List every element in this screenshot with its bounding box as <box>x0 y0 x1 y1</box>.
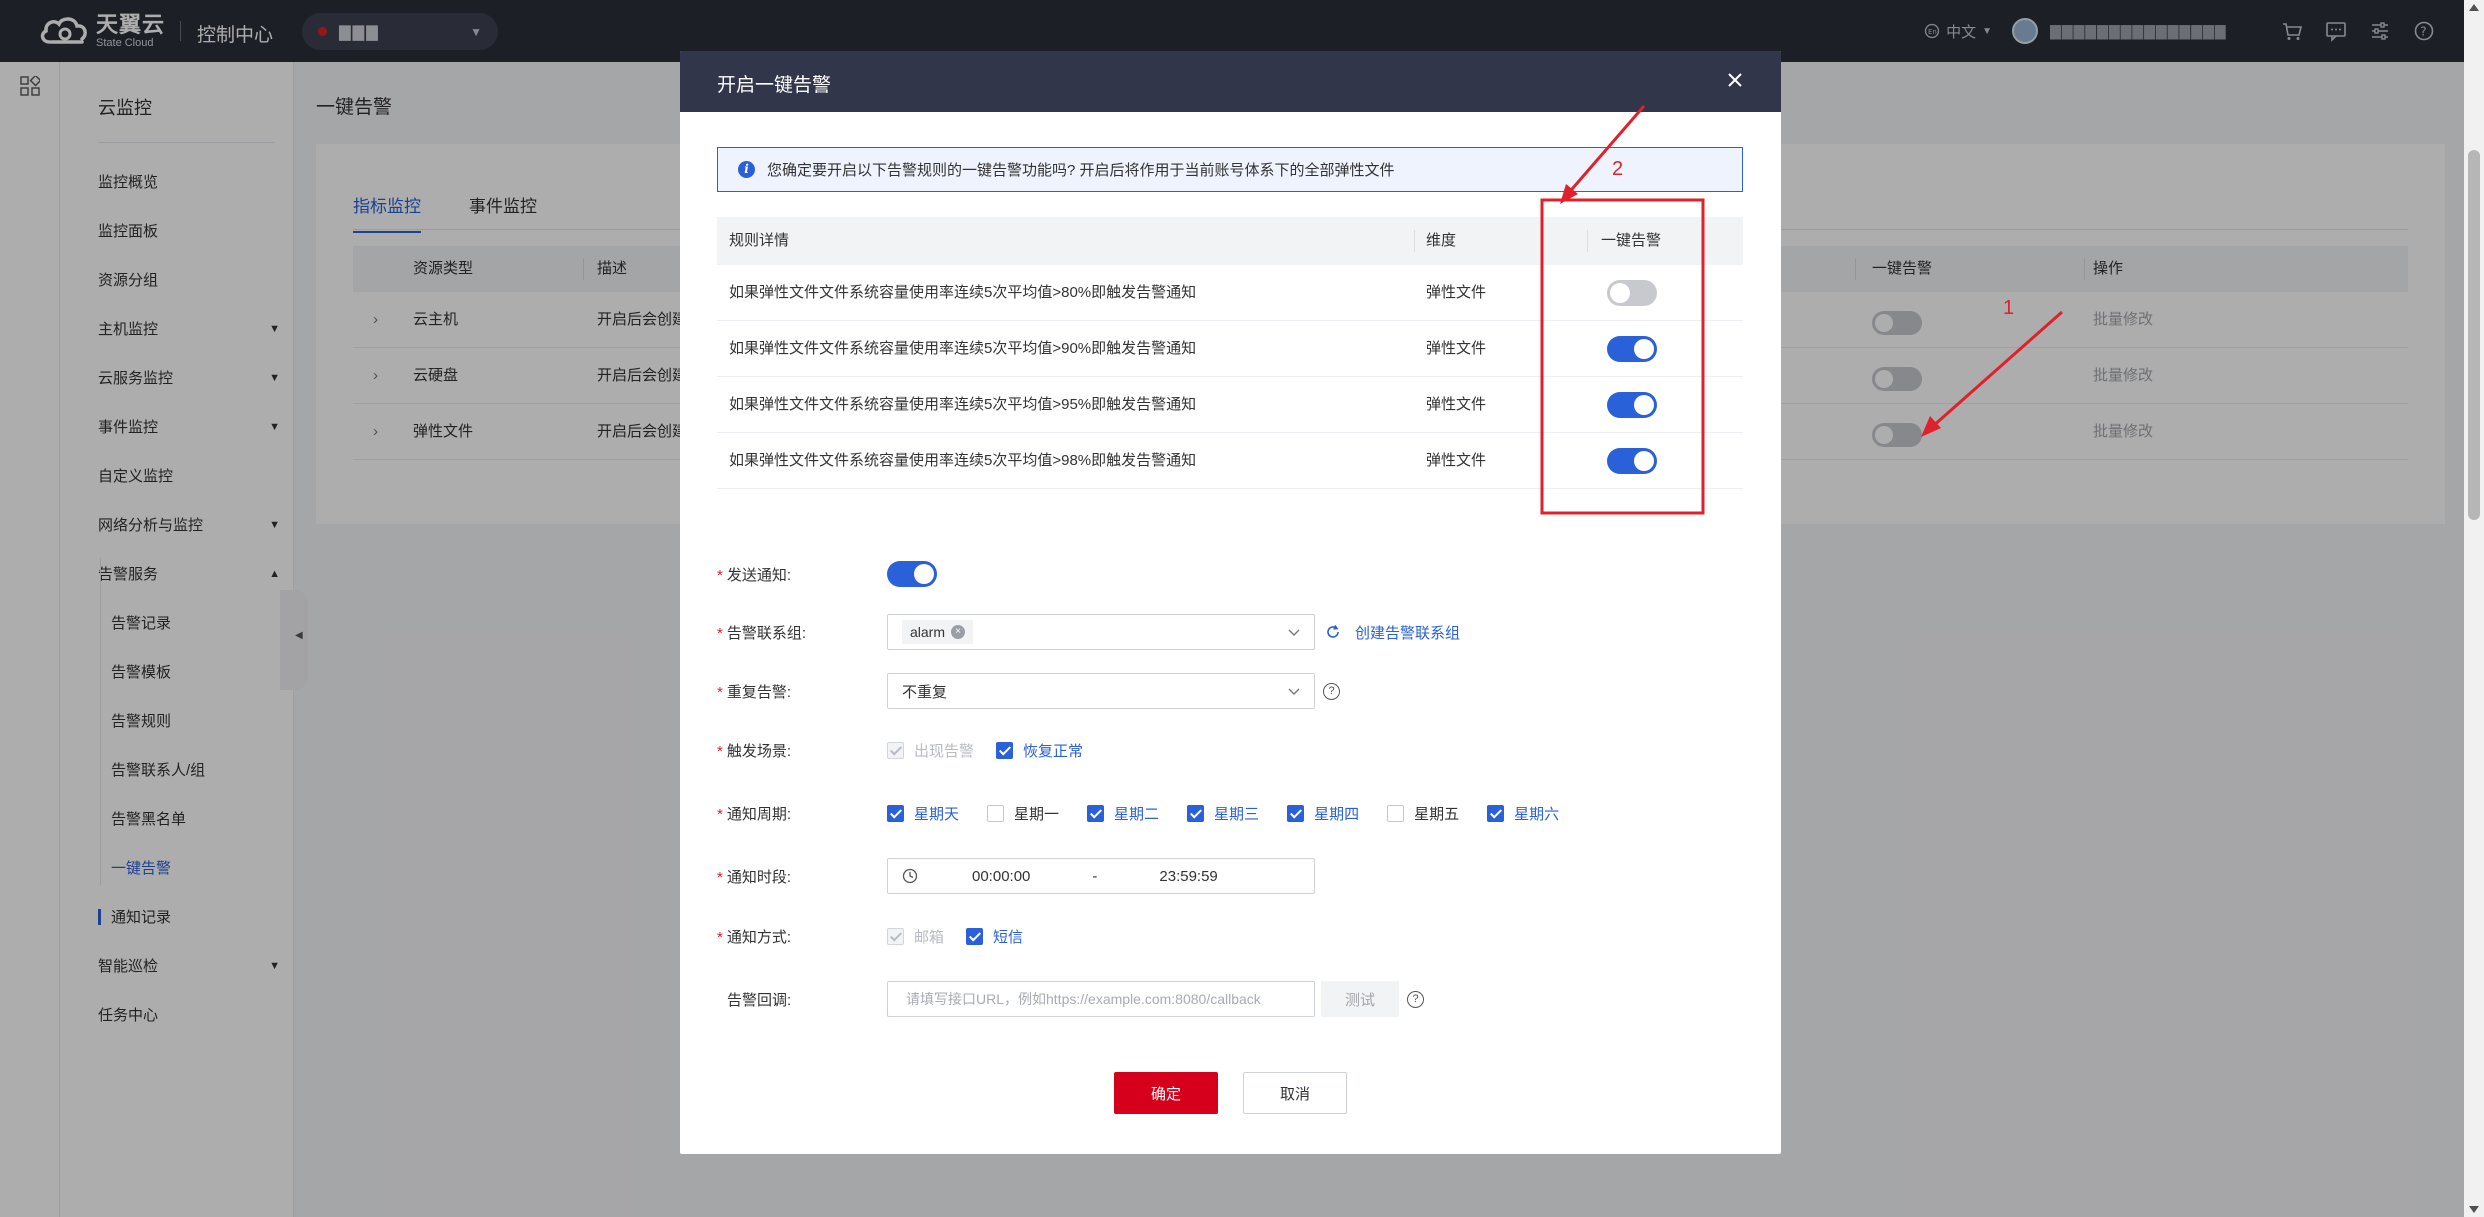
create-contact-group-link[interactable]: 创建告警联系组 <box>1355 622 1460 643</box>
scroll-up-arrow-icon[interactable] <box>2469 4 2479 11</box>
weekday-saturday-checkbox[interactable]: 星期六 <box>1487 803 1559 824</box>
table-row: 如果弹性文件文件系统容量使用率连续5次平均值>98%即触发告警通知 弹性文件 <box>717 433 1743 489</box>
rule-detail-cell: 如果弹性文件文件系统容量使用率连续5次平均值>98%即触发告警通知 <box>729 452 1197 469</box>
weekday-tuesday-checkbox[interactable]: 星期二 <box>1087 803 1159 824</box>
form-row-trigger-scene: * 触发场景: 出现告警 恢复正常 <box>717 730 1743 770</box>
form-label: * 告警联系组: <box>717 624 807 642</box>
form-label: * 发送通知: <box>717 566 792 584</box>
col-rule-detail: 规则详情 <box>729 232 790 249</box>
table-header: 规则详情 维度 一键告警 <box>717 217 1743 265</box>
form-label: * 通知时段: <box>717 868 792 886</box>
dialog-header: 开启一键告警 <box>680 51 1781 112</box>
cancel-button[interactable]: 取消 <box>1243 1072 1347 1114</box>
clock-icon <box>902 868 918 884</box>
table-row: 如果弹性文件文件系统容量使用率连续5次平均值>80%即触发告警通知 弹性文件 <box>717 265 1743 321</box>
form-label: * 通知方式: <box>717 928 792 946</box>
time-end[interactable]: 23:59:59 <box>1159 868 1217 885</box>
table-row: 如果弹性文件文件系统容量使用率连续5次平均值>90%即触发告警通知 弹性文件 <box>717 321 1743 377</box>
contact-group-tag: alarm × <box>902 620 974 644</box>
table-row: 如果弹性文件文件系统容量使用率连续5次平均值>95%即触发告警通知 弹性文件 <box>717 377 1743 433</box>
form-row-repeat-alarm: * 重复告警: 不重复 ? <box>717 671 1743 711</box>
form-row-contact-group: * 告警联系组: alarm × 创建告警联系组 <box>717 612 1743 652</box>
dialog-title: 开启一键告警 <box>717 75 832 96</box>
form-row-send-notice: * 发送通知: <box>717 554 1743 594</box>
weekday-sunday-checkbox[interactable]: 星期天 <box>887 803 959 824</box>
weekday-wednesday-checkbox[interactable]: 星期三 <box>1187 803 1259 824</box>
form-row-notify-cycle: * 通知周期: 星期天 星期一 星期二 星期三 星期四 星期五 星期六 <box>717 793 1743 833</box>
form-label: * 触发场景: <box>717 742 792 760</box>
rule-dimension-cell: 弹性文件 <box>1426 284 1487 301</box>
col-one-click-alarm: 一键告警 <box>1601 232 1662 249</box>
notice-text: 您确定要开启以下告警规则的一键告警功能吗? 开启后将作用于当前账号体系下的全部弹… <box>767 162 1395 179</box>
scroll-down-arrow-icon[interactable] <box>2469 1206 2479 1213</box>
info-icon: i <box>738 161 755 178</box>
test-callback-button[interactable]: 测试 <box>1321 981 1399 1017</box>
rule-alarm-toggle[interactable] <box>1607 392 1657 418</box>
notify-time-range-picker[interactable]: 00:00:00 - 23:59:59 <box>887 858 1315 894</box>
chevron-down-icon <box>1288 629 1300 636</box>
rule-dimension-cell: 弹性文件 <box>1426 452 1487 469</box>
trigger-recover-checkbox[interactable]: 恢复正常 <box>996 740 1083 761</box>
form-label: * 重复告警: <box>717 683 792 701</box>
rules-table: 规则详情 维度 一键告警 如果弹性文件文件系统容量使用率连续5次平均值>80%即… <box>717 217 1743 489</box>
callback-url-input[interactable]: 请填写接口URL，例如https://example.com:8080/call… <box>887 981 1315 1017</box>
chevron-down-icon <box>1288 688 1300 695</box>
form-row-notify-method: * 通知方式: 邮箱 短信 <box>717 916 1743 956</box>
one-click-alarm-dialog: 开启一键告警 i 您确定要开启以下告警规则的一键告警功能吗? 开启后将作用于当前… <box>680 51 1781 1154</box>
rule-detail-cell: 如果弹性文件文件系统容量使用率连续5次平均值>80%即触发告警通知 <box>729 284 1197 301</box>
refresh-icon[interactable] <box>1325 624 1341 640</box>
help-icon[interactable]: ? <box>1407 990 1424 1008</box>
help-icon[interactable]: ? <box>1323 682 1340 700</box>
rule-alarm-toggle[interactable] <box>1607 336 1657 362</box>
column-divider <box>1587 230 1588 252</box>
confirm-notice: i 您确定要开启以下告警规则的一键告警功能吗? 开启后将作用于当前账号体系下的全… <box>717 147 1743 192</box>
tag-label: alarm <box>910 624 946 640</box>
rule-dimension-cell: 弹性文件 <box>1426 396 1487 413</box>
trigger-alarm-checkbox[interactable]: 出现告警 <box>887 740 974 761</box>
form-row-notify-period: * 通知时段: 00:00:00 - 23:59:59 <box>717 856 1743 896</box>
repeat-alarm-select[interactable]: 不重复 <box>887 673 1315 709</box>
col-dimension: 维度 <box>1426 232 1457 249</box>
annotation-number-2: 2 <box>1612 158 1624 180</box>
repeat-alarm-value: 不重复 <box>902 683 948 701</box>
close-icon[interactable] <box>1723 68 1747 92</box>
rule-alarm-toggle[interactable] <box>1607 448 1657 474</box>
weekday-friday-checkbox[interactable]: 星期五 <box>1387 803 1459 824</box>
time-start[interactable]: 00:00:00 <box>972 868 1030 885</box>
weekday-thursday-checkbox[interactable]: 星期四 <box>1287 803 1359 824</box>
rule-detail-cell: 如果弹性文件文件系统容量使用率连续5次平均值>95%即触发告警通知 <box>729 396 1197 413</box>
form-label: 告警回调: <box>727 991 792 1009</box>
weekday-monday-checkbox[interactable]: 星期一 <box>987 803 1059 824</box>
page-scrollbar[interactable] <box>2464 0 2484 1217</box>
notify-email-checkbox[interactable]: 邮箱 <box>887 926 944 947</box>
annotation-number-1: 1 <box>2003 297 2015 319</box>
rule-alarm-toggle[interactable] <box>1607 280 1657 306</box>
time-separator: - <box>1092 867 1098 885</box>
column-divider <box>1414 230 1415 252</box>
rule-detail-cell: 如果弹性文件文件系统容量使用率连续5次平均值>90%即触发告警通知 <box>729 340 1197 357</box>
form-label: * 通知周期: <box>717 805 792 823</box>
scroll-thumb[interactable] <box>2468 150 2480 520</box>
confirm-button[interactable]: 确定 <box>1114 1072 1218 1114</box>
form-row-callback: 告警回调: 请填写接口URL，例如https://example.com:808… <box>717 979 1743 1019</box>
notify-sms-checkbox[interactable]: 短信 <box>966 926 1023 947</box>
rule-dimension-cell: 弹性文件 <box>1426 340 1487 357</box>
remove-tag-icon[interactable]: × <box>951 625 966 639</box>
send-notice-toggle[interactable] <box>887 561 937 587</box>
contact-group-select[interactable]: alarm × <box>887 614 1315 650</box>
